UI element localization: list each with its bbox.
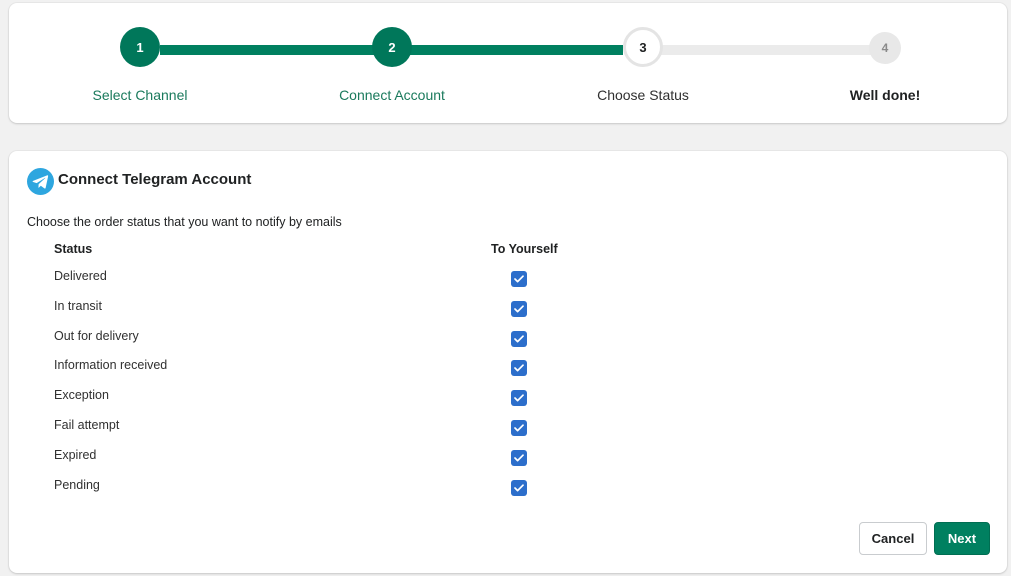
stepper-card: 1 2 3 4 Select Channel Connect Account C…: [9, 3, 1007, 123]
panel-description: Choose the order status that you want to…: [27, 215, 342, 229]
notify-checkbox[interactable]: [511, 390, 527, 407]
cancel-button[interactable]: Cancel: [859, 522, 927, 555]
notify-checkbox[interactable]: [511, 300, 527, 317]
status-label: Information received: [54, 358, 168, 373]
status-row: Fail attempt: [9, 416, 1007, 446]
status-label: Delivered: [54, 269, 107, 283]
status-row: Information received: [9, 356, 1007, 386]
status-label: In transit: [54, 298, 102, 313]
notify-checkbox[interactable]: [511, 449, 527, 466]
status-label: Fail attempt: [54, 417, 120, 432]
checkmark-icon: [514, 305, 524, 313]
step-2-circle: 2: [372, 27, 412, 67]
status-label: Pending: [54, 477, 100, 492]
notify-checkbox[interactable]: [511, 479, 527, 496]
step-2-label: Connect Account: [339, 87, 445, 103]
status-label: Exception: [54, 388, 109, 403]
checkmark-icon: [514, 334, 524, 343]
notify-checkbox[interactable]: [511, 330, 527, 347]
checkmark-icon: [514, 483, 524, 492]
step-4-circle: 4: [869, 32, 901, 64]
status-row: Expired: [9, 446, 1007, 476]
status-label: Expired: [54, 447, 97, 462]
status-list: Delivered In transit Out for delivery In…: [9, 267, 1007, 505]
status-column-header: Status: [54, 242, 93, 256]
step-3-label: Choose Status: [597, 87, 689, 103]
checkmark-icon: [514, 454, 524, 462]
checkmark-icon: [514, 394, 524, 402]
step-4-number: 4: [881, 41, 889, 55]
status-row: Exception: [9, 386, 1007, 416]
step-1-circle: 1: [120, 27, 160, 67]
notify-checkbox[interactable]: [511, 360, 527, 377]
status-row: Delivered: [9, 267, 1007, 297]
status-label: Out for delivery: [54, 328, 139, 343]
progress-track-remaining: [661, 45, 885, 55]
status-row: Out for delivery: [9, 327, 1007, 357]
status-row: Pending: [9, 476, 1007, 506]
step-3-number: 3: [639, 39, 647, 55]
notify-checkbox[interactable]: [511, 271, 527, 287]
checkmark-icon: [514, 364, 524, 372]
checkmark-icon: [514, 424, 524, 432]
telegram-icon: [27, 168, 54, 195]
notify-checkbox[interactable]: [511, 419, 527, 436]
to-yourself-column-header: To Yourself: [491, 242, 558, 256]
status-row: In transit: [9, 297, 1007, 327]
step-3-circle: 3: [623, 27, 663, 67]
panel-title: Connect Telegram Account: [58, 171, 252, 188]
step-2-number: 2: [388, 39, 396, 55]
next-button[interactable]: Next: [934, 522, 990, 555]
step-4-label: Well done!: [849, 87, 921, 103]
connect-account-panel: Connect Telegram Account Choose the orde…: [9, 151, 1007, 573]
step-1-number: 1: [136, 39, 144, 55]
step-1-label: Select Channel: [92, 87, 188, 103]
checkmark-icon: [514, 275, 524, 283]
